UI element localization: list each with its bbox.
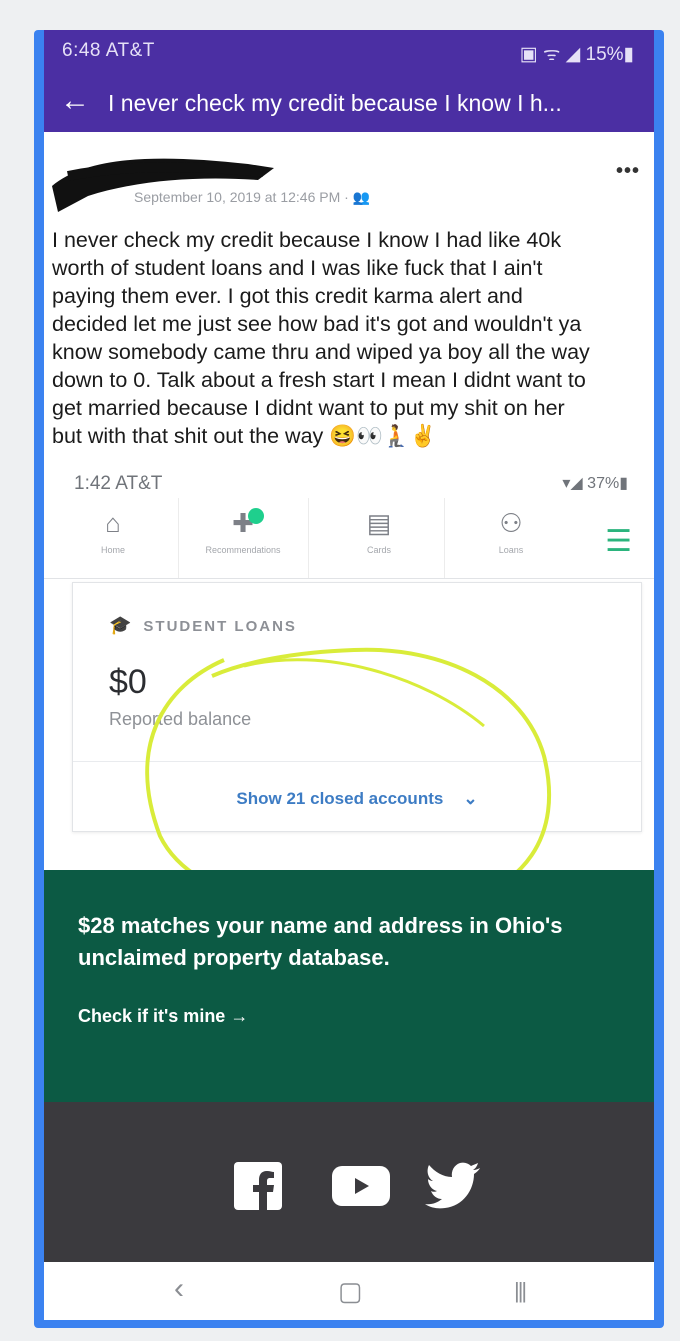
post-header: September 10, 2019 at 12:46 PM · 👥 ••• [44,132,654,222]
home-nav-icon[interactable]: ▢ [338,1276,363,1307]
nav-home[interactable]: ⌂ Home [48,498,179,578]
back-nav-icon[interactable]: ‹ [174,1272,184,1306]
hamburger-menu-icon[interactable]: ☰ [605,524,632,559]
more-options-icon[interactable]: ••• [616,160,640,183]
post-line: decided let me just see how bad it's got… [52,312,582,336]
nav-loans[interactable]: ⚇ Loans [446,498,576,578]
post-line: worth of student loans and I was like fu… [52,256,543,280]
recommendations-icon: ✚ [232,508,254,538]
nav-cards[interactable]: ▤ Cards [314,498,445,578]
post-date: September 10, 2019 at 12:46 PM · 👥 [134,189,371,205]
post-line: down to 0. Talk about a fresh start I me… [52,368,586,392]
arrow-left-icon[interactable]: ← [60,84,90,118]
facebook-icon[interactable] [234,1162,282,1210]
youtube-icon[interactable] [332,1166,390,1206]
check-if-mine-link[interactable]: Check if it's mine → [78,1006,248,1027]
post-text: I never check my credit because I know I… [52,226,650,450]
loans-icon: ⚇ [499,508,523,538]
post-line: I never check my credit because I know I… [52,228,562,252]
unclaimed-property-banner: $28 matches your name and address in Ohi… [44,870,654,1102]
embedded-status-bar: 1:42 AT&T ▾◢ 37%▮ [74,473,634,495]
recents-nav-icon[interactable]: ||| [514,1278,527,1304]
footer [44,1102,654,1280]
post-line: know somebody came thru and wiped ya boy… [52,340,590,364]
android-nav-bar: ‹ ▢ ||| [44,1262,654,1320]
title-bar: ← I never check my credit because I know… [44,74,654,132]
notification-badge [248,508,264,524]
screen: 6:48 AT&T ▣ ᯤ ◢ 15%▮ ← I never check my … [44,30,654,1320]
nav-recommendations[interactable]: ✚ Recommendations [178,498,309,578]
cards-icon: ▤ [366,508,392,538]
post-line: get married because I didnt want to put … [52,396,565,420]
app-nav: ⌂ Home ✚ Recommendations ▤ Cards ⚇ Loans… [44,498,654,579]
embedded-time: 1:42 AT&T [74,473,163,494]
friends-icon: 👥 [352,189,371,205]
promo-text: $28 matches your name and address in Ohi… [78,913,563,970]
status-time: 6:48 AT&T [62,40,155,61]
status-bar: 6:48 AT&T ▣ ᯤ ◢ 15%▮ [44,30,654,74]
page-title: I never check my credit because I know I… [108,90,562,116]
post-line: but with that shit out the way 😆👀🧎✌ [52,424,437,448]
post-line: paying them ever. I got this credit karm… [52,284,523,308]
twitter-icon[interactable] [424,1162,482,1210]
home-icon: ⌂ [105,508,121,538]
phone-frame: 6:48 AT&T ▣ ᯤ ◢ 15%▮ ← I never check my … [34,30,664,1328]
status-icons: ▣ ᯤ ◢ 15%▮ [519,44,634,65]
emoji-icons: 😆👀🧎✌ [329,424,437,448]
embedded-status-icons: ▾◢ 37%▮ [562,475,628,492]
